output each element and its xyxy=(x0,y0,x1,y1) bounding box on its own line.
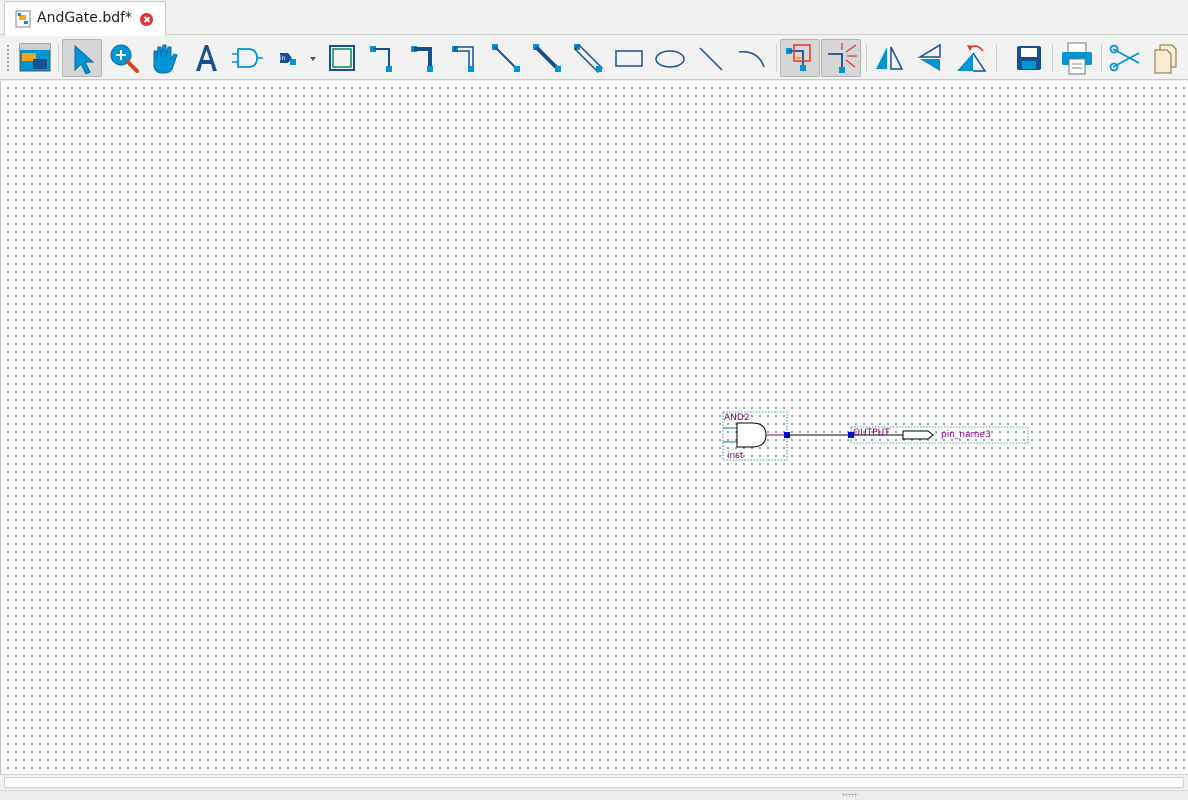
scrollbar-track[interactable] xyxy=(4,777,1184,788)
cut-button[interactable] xyxy=(1105,39,1145,77)
schematic-canvas[interactable]: AND2 inst OUTPUT pin_name3 xyxy=(0,81,1188,774)
toggle-window-button[interactable] xyxy=(15,39,55,77)
and2-gate-symbol[interactable]: AND2 inst xyxy=(722,411,788,461)
toolbar-separator xyxy=(1052,44,1053,72)
partial-line-selection-button[interactable] xyxy=(821,39,861,77)
splitter-grip[interactable] xyxy=(842,793,858,797)
orthogonal-conduit-icon xyxy=(452,46,474,72)
flip-vertical-icon xyxy=(917,43,941,71)
toolbar-separator xyxy=(1101,44,1102,72)
hand-icon xyxy=(153,44,178,74)
orthogonal-conduit-tool-button[interactable] xyxy=(445,39,485,77)
horizontal-scrollbar[interactable] xyxy=(0,774,1188,790)
toolbar-separator xyxy=(866,44,867,72)
orthogonal-bus-tool-button[interactable] xyxy=(404,39,444,77)
cut-icon xyxy=(1109,44,1140,72)
diagonal-conduit-icon xyxy=(573,43,604,74)
rubberbanding-icon xyxy=(786,44,811,71)
diagonal-bus-icon xyxy=(533,44,561,72)
pin-icon: in xyxy=(280,53,316,65)
rotate-left-button[interactable] xyxy=(951,39,991,77)
orthogonal-node-icon xyxy=(370,46,392,72)
copy-icon xyxy=(1154,44,1177,74)
bdf-file-icon xyxy=(15,10,31,28)
rotate-left-icon xyxy=(957,45,987,72)
flip-horizontal-button[interactable] xyxy=(869,39,909,77)
save-icon xyxy=(1017,46,1041,70)
tab-title: AndGate.bdf* xyxy=(37,10,133,26)
pin-direction-label: OUTPUT xyxy=(853,428,890,438)
block-tool-button[interactable] xyxy=(322,39,362,77)
toolbar-separator xyxy=(776,44,777,72)
diagonal-node-icon xyxy=(492,44,520,72)
block-editor-toolbar: in xyxy=(0,36,1188,80)
output-pin-symbol[interactable]: OUTPUT pin_name3 xyxy=(850,426,1029,444)
wire-endpoint-node[interactable] xyxy=(784,432,790,438)
and-gate-icon xyxy=(232,48,263,68)
pin-name-label: pin_name3 xyxy=(941,430,991,440)
line-tool-button[interactable] xyxy=(691,39,731,77)
close-icon[interactable] xyxy=(140,13,153,26)
hand-tool-button[interactable] xyxy=(145,39,185,77)
and-gate-body xyxy=(736,422,767,448)
document-tab-bar: AndGate.bdf* xyxy=(0,0,1188,36)
text-icon xyxy=(196,45,217,71)
copy-button[interactable] xyxy=(1146,39,1186,77)
line-icon xyxy=(699,47,723,71)
orthogonal-bus-icon xyxy=(411,46,433,72)
pin-tool-button[interactable]: in xyxy=(272,39,322,77)
window-icon xyxy=(19,43,51,72)
gate-instance-label: inst xyxy=(727,451,744,461)
oval-tool-button[interactable] xyxy=(650,39,690,77)
flip-vertical-button[interactable] xyxy=(910,39,950,77)
document-tab[interactable]: AndGate.bdf* xyxy=(4,1,166,36)
selection-tool-button[interactable] xyxy=(62,39,102,77)
zoom-tool-button[interactable] xyxy=(104,39,144,77)
rectangle-tool-button[interactable] xyxy=(609,39,649,77)
print-button[interactable] xyxy=(1057,39,1097,77)
rubberbanding-button[interactable] xyxy=(780,39,820,77)
symbol-tool-button[interactable] xyxy=(228,39,268,77)
oval-icon xyxy=(655,50,685,68)
arc-icon xyxy=(738,51,765,68)
diagonal-conduit-tool-button[interactable] xyxy=(569,39,609,77)
output-pin-shape xyxy=(902,430,934,440)
flip-horizontal-icon xyxy=(876,46,904,70)
svg-text:in: in xyxy=(280,55,286,62)
quartus-bdf-editor: AndGate.bdf* in AND2 inst OUTPUT pin_nam… xyxy=(0,0,1188,800)
arc-tool-button[interactable] xyxy=(732,39,772,77)
rectangle-icon xyxy=(615,50,643,67)
orthogonal-node-tool-button[interactable] xyxy=(363,39,403,77)
text-tool-button[interactable] xyxy=(186,39,226,77)
save-button[interactable] xyxy=(1009,39,1049,77)
partial-line-selection-icon xyxy=(828,43,857,73)
gate-type-label: AND2 xyxy=(724,413,750,423)
block-icon xyxy=(329,45,355,71)
toolbar-separator xyxy=(996,44,997,72)
toolbar-separator xyxy=(58,44,59,72)
pointer-icon xyxy=(74,44,95,75)
schematic-drawing: AND2 inst OUTPUT pin_name3 xyxy=(722,411,1029,461)
diagonal-bus-tool-button[interactable] xyxy=(528,39,568,77)
toolbar-grip[interactable] xyxy=(6,44,10,72)
bottom-splitter[interactable] xyxy=(0,790,1188,800)
print-icon xyxy=(1062,42,1092,75)
diagonal-node-tool-button[interactable] xyxy=(487,39,527,77)
zoom-icon xyxy=(110,44,139,73)
